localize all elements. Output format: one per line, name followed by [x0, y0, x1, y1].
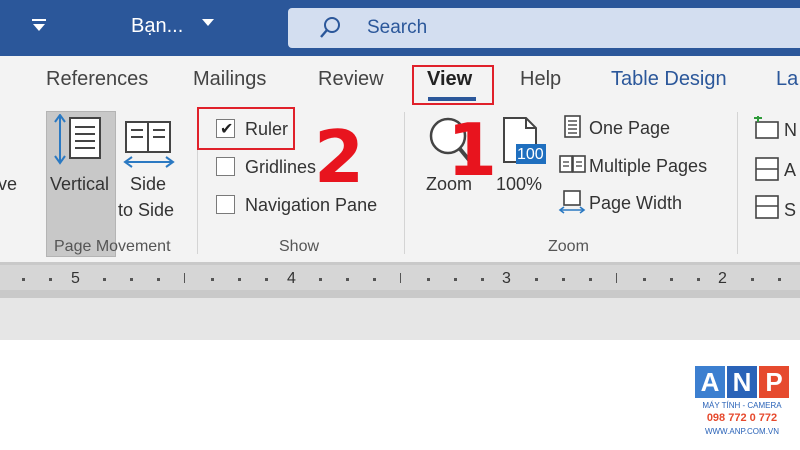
one-page-icon [564, 115, 581, 138]
annotation-number-1: 1 [447, 108, 498, 192]
ruler-dot [427, 278, 430, 281]
partial-previous-button-label[interactable]: ve [0, 174, 17, 195]
ruler-dot [454, 278, 457, 281]
ruler-dot [643, 278, 646, 281]
logo-letter-n: N [727, 366, 757, 398]
zoom-100-badge: 100 [517, 146, 544, 163]
ruler-dot [22, 278, 25, 281]
side-to-side-icon[interactable] [122, 118, 178, 170]
navigation-pane-checkbox[interactable] [216, 195, 235, 214]
group-divider [404, 112, 405, 254]
ruler-dot [751, 278, 754, 281]
search-box[interactable]: Search [288, 8, 800, 48]
ruler-dot [265, 278, 268, 281]
ruler-tick [184, 273, 185, 283]
tab-layout-partial[interactable]: La [776, 68, 798, 91]
ruler-tick [400, 273, 401, 283]
tab-mailings[interactable]: Mailings [193, 68, 266, 91]
logo-letter-p: P [759, 366, 789, 398]
multiple-pages-button[interactable]: Multiple Pages [589, 156, 707, 177]
annotation-box-ruler [197, 107, 295, 150]
logo-phone: 098 772 0 772 [706, 412, 778, 424]
ruler-dot [211, 278, 214, 281]
new-window-label-partial[interactable]: N [784, 120, 797, 141]
ruler-dot [238, 278, 241, 281]
tab-references[interactable]: References [46, 68, 148, 91]
gridlines-label[interactable]: Gridlines [245, 157, 316, 178]
split-label-partial[interactable]: S [784, 200, 796, 221]
document-gray-margin [0, 298, 800, 340]
zoom-100-label: 100% [496, 174, 543, 194]
side-to-side-label-line1: Side [130, 174, 167, 194]
search-icon [320, 17, 340, 38]
title-bar: Bạn... Search [0, 0, 800, 56]
ruler-number: 4 [287, 270, 296, 287]
document-page[interactable] [0, 340, 800, 450]
ruler-dot [373, 278, 376, 281]
ruler-dot [130, 278, 133, 281]
annotation-box-view-tab [412, 65, 494, 105]
ruler-dot [481, 278, 484, 281]
page-width-button[interactable]: Page Width [589, 193, 682, 214]
ruler-dot [562, 278, 565, 281]
group-divider [737, 112, 738, 254]
group-label-zoom: Zoom [548, 238, 589, 255]
ruler-dot [49, 278, 52, 281]
anp-logo: A N P MÁY TÍNH - CAMERA 098 772 0 772 WW… [693, 366, 791, 444]
page-width-icon [558, 190, 586, 214]
vertical-button-label: Vertical [50, 174, 110, 194]
side-to-side-label-line2: to Side [118, 200, 175, 220]
chevron-down-icon[interactable] [200, 14, 216, 30]
ruler-dot [103, 278, 106, 281]
tab-help[interactable]: Help [520, 68, 561, 91]
ruler-dot [670, 278, 673, 281]
ruler-number: 5 [71, 270, 80, 287]
one-page-button[interactable]: One Page [589, 118, 670, 139]
group-label-page-movement: Page Movement [54, 238, 171, 255]
ruler-dot [589, 278, 592, 281]
search-placeholder: Search [367, 17, 428, 38]
logo-letter-a: A [695, 366, 725, 398]
multiple-pages-icon [559, 155, 586, 173]
document-title[interactable]: Bạn... [131, 15, 183, 38]
gridlines-checkbox[interactable] [216, 157, 235, 176]
vertical-page-icon [54, 114, 101, 165]
arrange-all-label-partial[interactable]: A [784, 160, 796, 181]
window-group-icons[interactable] [752, 116, 782, 226]
ruler-dot [697, 278, 700, 281]
tab-review[interactable]: Review [318, 68, 384, 91]
group-label-show: Show [279, 238, 320, 255]
ruler-dot [319, 278, 322, 281]
ruler-dot [346, 278, 349, 281]
ruler-number: 3 [502, 270, 511, 287]
tab-table-design[interactable]: Table Design [611, 68, 727, 91]
customize-quick-access-icon[interactable] [30, 16, 48, 34]
annotation-number-2: 2 [314, 115, 365, 199]
ruler-number: 2 [718, 270, 727, 287]
ruler-dot [535, 278, 538, 281]
logo-tagline: MÁY TÍNH - CAMERA [702, 401, 782, 410]
ruler-dot [778, 278, 781, 281]
ribbon-tabs: References Mailings Review View Help Tab… [0, 56, 800, 106]
ruler-dot [157, 278, 160, 281]
logo-website: WWW.ANP.COM.VN [704, 427, 780, 436]
ruler-tick [616, 273, 617, 283]
